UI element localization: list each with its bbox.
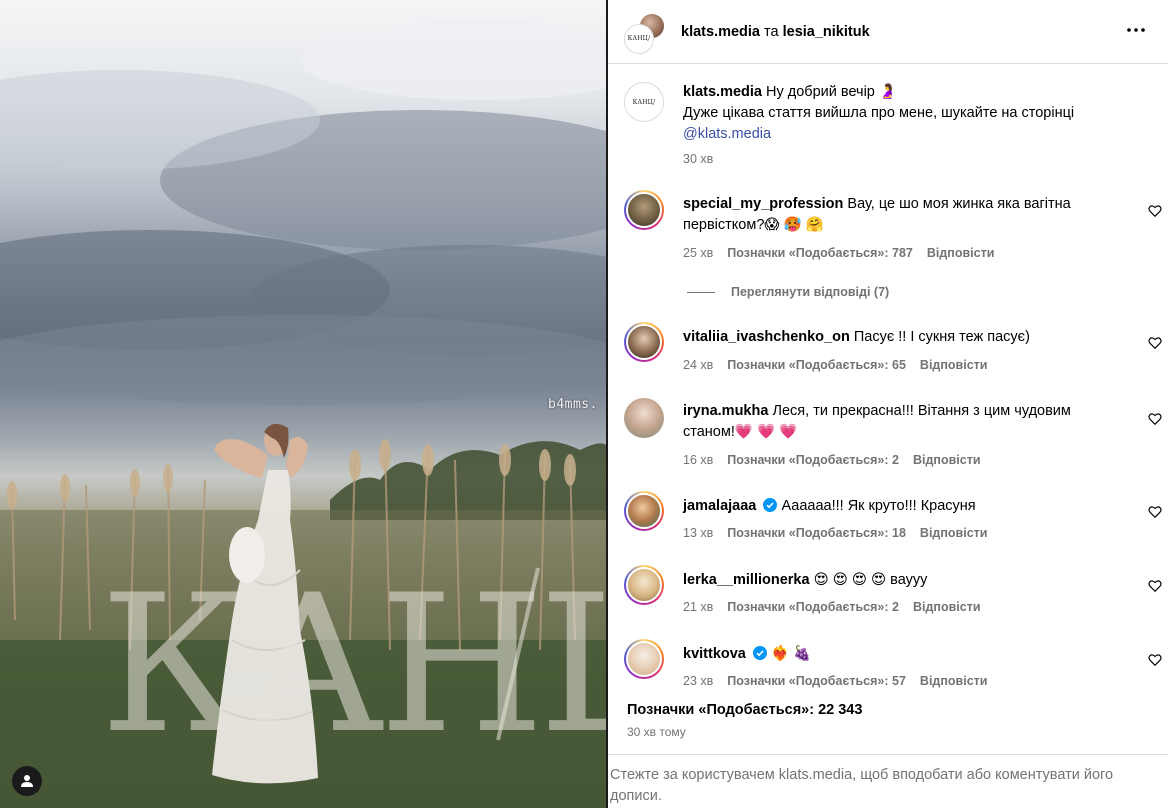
klats-logo: КАНЦ/ [627, 35, 651, 42]
post-header: КАНЦ/ klats.media та lesia_nikituk [608, 0, 1168, 64]
comment-time[interactable]: 21 хв [683, 600, 713, 614]
comment-time[interactable]: 16 хв [683, 453, 713, 467]
comment-avatar[interactable] [624, 322, 664, 362]
comment-text: lerka__millionerka 😍 😍 😍 😍 вауyy [683, 570, 1113, 591]
post-details-panel: КАНЦ/ klats.media та lesia_nikituk КАНЦ/… [608, 0, 1168, 808]
heart-outline-icon[interactable] [1148, 204, 1162, 218]
photo-scene: КАНЦ [0, 20, 606, 808]
comment-likes[interactable]: Позначки «Подобається»: 57 [727, 674, 906, 688]
reply-button[interactable]: Відповісти [920, 526, 988, 540]
comment-text: kvittkova ❤️‍🔥 🍇 [683, 644, 1113, 665]
reply-button[interactable]: Відповісти [927, 246, 995, 260]
comment-username[interactable]: kvittkova [683, 646, 746, 662]
heart-outline-icon[interactable] [1148, 336, 1162, 350]
caption-text: klats.media Ну добрий вечір 🤰 Дуже цікав… [683, 82, 1133, 145]
verified-badge-icon [763, 498, 778, 512]
comment-time[interactable]: 23 хв [683, 674, 713, 688]
reply-button[interactable]: Відповісти [920, 358, 988, 372]
comment-body: ❤️‍🔥 🍇 [770, 646, 812, 662]
comment-body: Пасує !! І сукня теж пасує) [853, 329, 1030, 345]
heart-outline-icon[interactable] [1148, 653, 1162, 667]
caption-line1: Ну добрий вечір 🤰 [766, 84, 897, 100]
comment-text: iryna.mukha Леся, ти прекрасна!!! Вітанн… [683, 401, 1113, 443]
photo-brand-overlay: КАНЦ [100, 554, 606, 775]
comment-username[interactable]: special_my_profession [683, 196, 843, 212]
caption-meta: 30 хв [683, 152, 713, 166]
collab-avatars[interactable]: КАНЦ/ [624, 11, 666, 54]
comment-likes[interactable]: Позначки «Подобається»: 787 [727, 246, 913, 260]
photo-watermark: b4mms. [548, 397, 598, 412]
header-user1[interactable]: klats.media [681, 24, 760, 40]
post-time-ago[interactable]: 30 хв тому [627, 725, 686, 739]
comment-item: vitaliia_ivashchenko_on Пасує !! І сукня… [624, 322, 1164, 382]
post-photo[interactable]: КАНЦ b4mms. [0, 0, 606, 808]
header-conjunction: та [764, 23, 779, 40]
comment-item: kvittkova ❤️‍🔥 🍇 23 хв Позначки «Подобає… [624, 639, 1164, 699]
comment-item: special_my_profession Вау, це шо моя жин… [624, 190, 1164, 270]
comment-meta: 21 хв Позначки «Подобається»: 2 Відповіс… [683, 600, 981, 614]
view-replies-label: Переглянути відповіді (7) [731, 285, 890, 299]
reply-button[interactable]: Відповісти [913, 600, 981, 614]
view-replies-button[interactable]: Переглянути відповіді (7) [687, 285, 889, 299]
caption-mention[interactable]: @klats.media [683, 126, 771, 142]
comment-time[interactable]: 25 хв [683, 246, 713, 260]
heart-outline-icon[interactable] [1148, 412, 1162, 426]
comment-text: vitaliia_ivashchenko_on Пасує !! І сукня… [683, 327, 1113, 348]
comment-item: iryna.mukha Леся, ти прекрасна!!! Вітанн… [624, 398, 1164, 474]
comment-avatar[interactable] [624, 491, 664, 531]
comment-text: special_my_profession Вау, це шо моя жин… [683, 194, 1113, 236]
comment-likes[interactable]: Позначки «Подобається»: 2 [727, 600, 899, 614]
comment-likes[interactable]: Позначки «Подобається»: 2 [727, 453, 899, 467]
more-horizontal-icon [1127, 28, 1145, 32]
avatar-klats[interactable]: КАНЦ/ [624, 23, 654, 54]
comment-time[interactable]: 24 хв [683, 358, 713, 372]
comment-meta: 24 хв Позначки «Подобається»: 65 Відпові… [683, 358, 987, 372]
comment-item: lerka__millionerka 😍 😍 😍 😍 вауyy 21 хв П… [624, 565, 1164, 625]
post-caption: КАНЦ/ klats.media Ну добрий вечір 🤰 Дуже… [624, 82, 1164, 172]
heart-outline-icon[interactable] [1148, 505, 1162, 519]
comment-avatar[interactable] [624, 639, 664, 679]
post-likes-count[interactable]: Позначки «Подобається»: 22 343 [627, 702, 862, 718]
login-prompt: Стежте за користувачем klats.media, щоб … [608, 754, 1168, 808]
more-options-button[interactable] [1124, 18, 1148, 42]
heart-outline-icon[interactable] [1148, 579, 1162, 593]
comment-likes[interactable]: Позначки «Подобається»: 65 [727, 358, 906, 372]
comment-username[interactable]: vitaliia_ivashchenko_on [683, 329, 850, 345]
comment-avatar[interactable] [624, 565, 664, 605]
comment-meta: 13 хв Позначки «Подобається»: 18 Відпові… [683, 526, 987, 540]
klats-logo: КАНЦ/ [632, 98, 656, 106]
comment-body: 😍 😍 😍 😍 вауyy [813, 572, 928, 588]
comment-meta: 25 хв Позначки «Подобається»: 787 Відпов… [683, 246, 994, 260]
comment-likes[interactable]: Позначки «Подобається»: 18 [727, 526, 906, 540]
comment-item: jamalajaaa Аааааа!!! Як круто!!! Красуня… [624, 491, 1164, 551]
comment-meta: 23 хв Позначки «Подобається»: 57 Відпові… [683, 674, 987, 688]
comment-text: jamalajaaa Аааааа!!! Як круто!!! Красуня [683, 496, 1113, 517]
caption-time[interactable]: 30 хв [683, 152, 713, 166]
comment-username[interactable]: iryna.mukha [683, 403, 768, 419]
replies-line [687, 291, 715, 293]
reply-button[interactable]: Відповісти [920, 674, 988, 688]
caption-avatar[interactable]: КАНЦ/ [624, 82, 664, 122]
comment-avatar[interactable] [624, 190, 664, 230]
comment-body: Аааааа!!! Як круто!!! Красуня [781, 498, 976, 514]
reply-button[interactable]: Відповісти [913, 453, 981, 467]
verified-badge-icon [752, 646, 767, 660]
comment-avatar[interactable] [624, 398, 664, 438]
comment-username[interactable]: lerka__millionerka [683, 572, 810, 588]
comment-username[interactable]: jamalajaaa [683, 498, 756, 514]
caption-username[interactable]: klats.media [683, 84, 762, 100]
comment-meta: 16 хв Позначки «Подобається»: 2 Відповіс… [683, 453, 981, 467]
caption-line2: Дуже цікава стаття вийшла про мене, шука… [683, 105, 1075, 121]
header-title: klats.media та lesia_nikituk [681, 24, 870, 40]
comment-time[interactable]: 13 хв [683, 526, 713, 540]
user-tag-icon [21, 775, 33, 787]
user-tag-button[interactable] [12, 766, 42, 796]
header-user2[interactable]: lesia_nikituk [783, 24, 870, 40]
